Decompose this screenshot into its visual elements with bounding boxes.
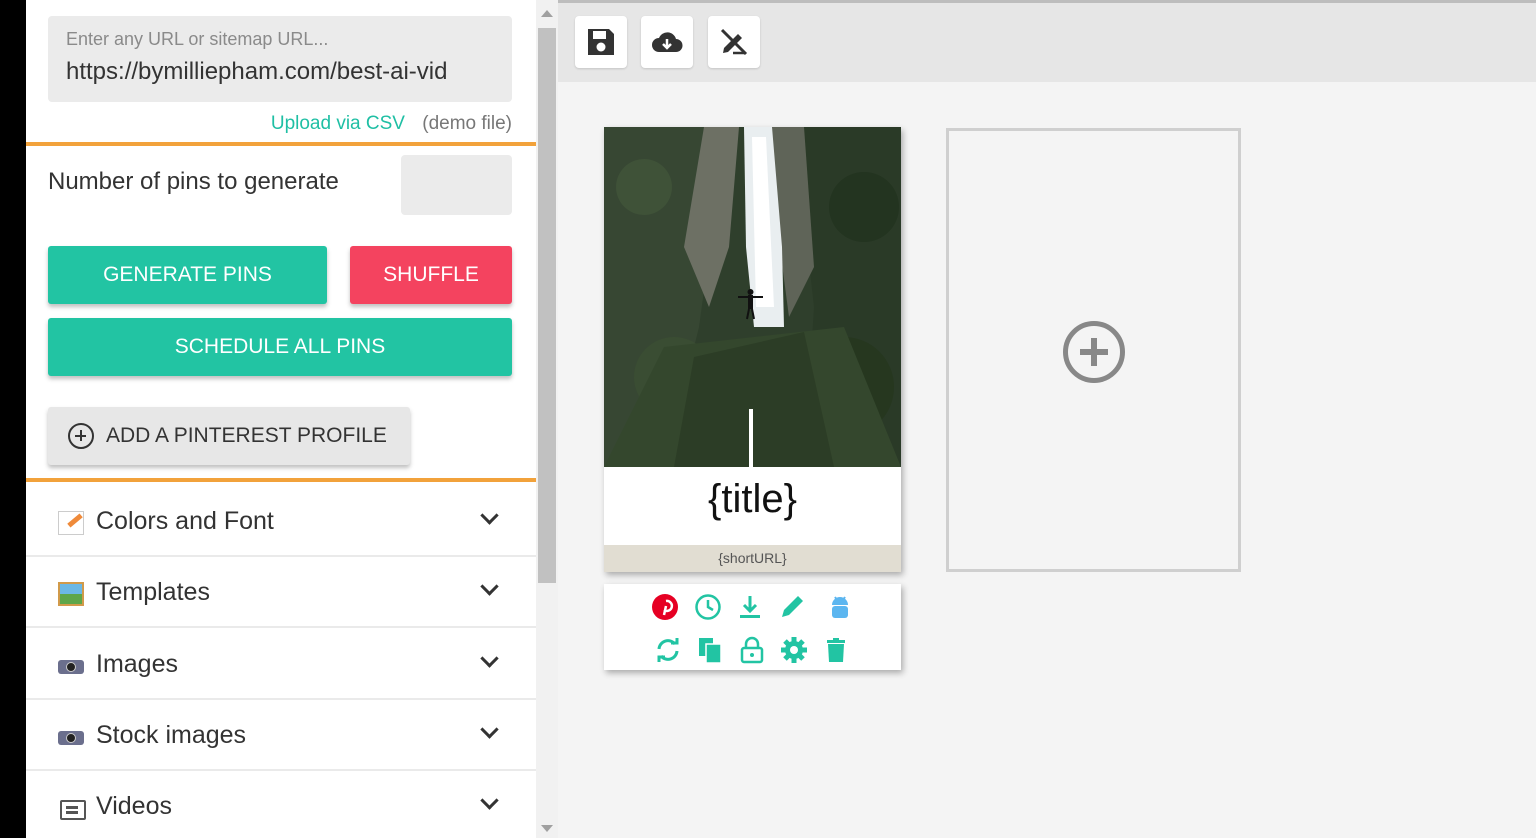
demo-file-link[interactable]: (demo file) [422, 113, 512, 134]
pin-card[interactable]: {title} {shortURL} [604, 127, 901, 572]
pin-actions [604, 584, 901, 670]
refresh-icon[interactable] [654, 636, 682, 664]
url-input[interactable]: https://bymilliepham.com/best-ai-vid [66, 58, 494, 86]
note-icon [58, 511, 84, 535]
add-pinterest-profile-button[interactable]: ADD A PINTEREST PROFILE [48, 407, 410, 465]
copy-icon[interactable] [696, 636, 724, 664]
camera-icon [58, 660, 84, 674]
section-images[interactable]: Images [26, 630, 536, 700]
left-edge [0, 0, 26, 838]
trash-icon[interactable] [822, 636, 850, 664]
camera-icon [58, 731, 84, 745]
cloud-download-button[interactable] [641, 16, 693, 68]
clock-icon[interactable] [694, 593, 722, 621]
pinterest-icon[interactable] [651, 593, 679, 621]
section-label: Images [96, 650, 178, 678]
scroll-thumb[interactable] [538, 28, 556, 583]
pin-short-url: {shortURL} [604, 545, 901, 572]
shuffle-button[interactable]: SHUFFLE [350, 246, 512, 304]
sidebar-scrollbar[interactable] [536, 0, 558, 838]
chevron-down-icon[interactable] [480, 791, 499, 810]
section-label: Videos [96, 792, 172, 820]
sidebar: Enter any URL or sitemap URL... https://… [26, 0, 536, 838]
pin-title: {title} [708, 477, 797, 521]
save-button[interactable] [575, 16, 627, 68]
pencil-icon[interactable] [778, 593, 806, 621]
chevron-down-icon[interactable] [480, 506, 499, 525]
section-label: Templates [96, 578, 210, 606]
url-input-box[interactable]: Enter any URL or sitemap URL... https://… [48, 16, 512, 102]
no-edit-icon [720, 28, 748, 56]
download-icon[interactable] [736, 593, 764, 621]
section-label: Colors and Font [96, 507, 274, 535]
pins-count-label: Number of pins to generate [48, 168, 339, 195]
android-icon[interactable] [826, 593, 854, 621]
chevron-down-icon[interactable] [480, 720, 499, 739]
toolbar [558, 0, 1536, 82]
schedule-all-pins-button[interactable]: SCHEDULE ALL PINS [48, 318, 512, 376]
section-videos[interactable]: Videos [26, 772, 536, 838]
section-stock-images[interactable]: Stock images [26, 701, 536, 771]
scroll-up-arrow[interactable] [541, 10, 553, 17]
generate-pins-button[interactable]: GENERATE PINS [48, 246, 327, 304]
video-icon [58, 796, 86, 820]
chevron-down-icon[interactable] [480, 649, 499, 668]
chevron-down-icon[interactable] [480, 577, 499, 596]
save-icon [588, 29, 614, 55]
section-colors-and-font[interactable]: Colors and Font [26, 487, 536, 557]
lock-icon[interactable] [738, 636, 766, 664]
picture-icon [58, 582, 84, 606]
gear-icon[interactable] [780, 636, 808, 664]
pin-image [604, 127, 901, 467]
pin-canvas: {title} {shortURL} [558, 82, 1536, 838]
section-templates[interactable]: Templates [26, 558, 536, 628]
add-pin-card[interactable] [946, 128, 1241, 572]
plus-circle-icon [68, 423, 94, 449]
cloud-download-icon [652, 32, 683, 52]
upload-csv-link[interactable]: Upload via CSV [271, 113, 405, 134]
add-profile-label: ADD A PINTEREST PROFILE [106, 424, 387, 447]
section-label: Stock images [96, 721, 247, 749]
url-input-placeholder: Enter any URL or sitemap URL... [66, 29, 329, 49]
disable-edit-button[interactable] [708, 16, 760, 68]
csv-row: Upload via CSV (demo file) [271, 113, 512, 135]
plus-circle-icon[interactable] [1063, 321, 1125, 383]
pins-count-input[interactable] [401, 155, 512, 215]
scroll-down-arrow[interactable] [541, 825, 553, 832]
